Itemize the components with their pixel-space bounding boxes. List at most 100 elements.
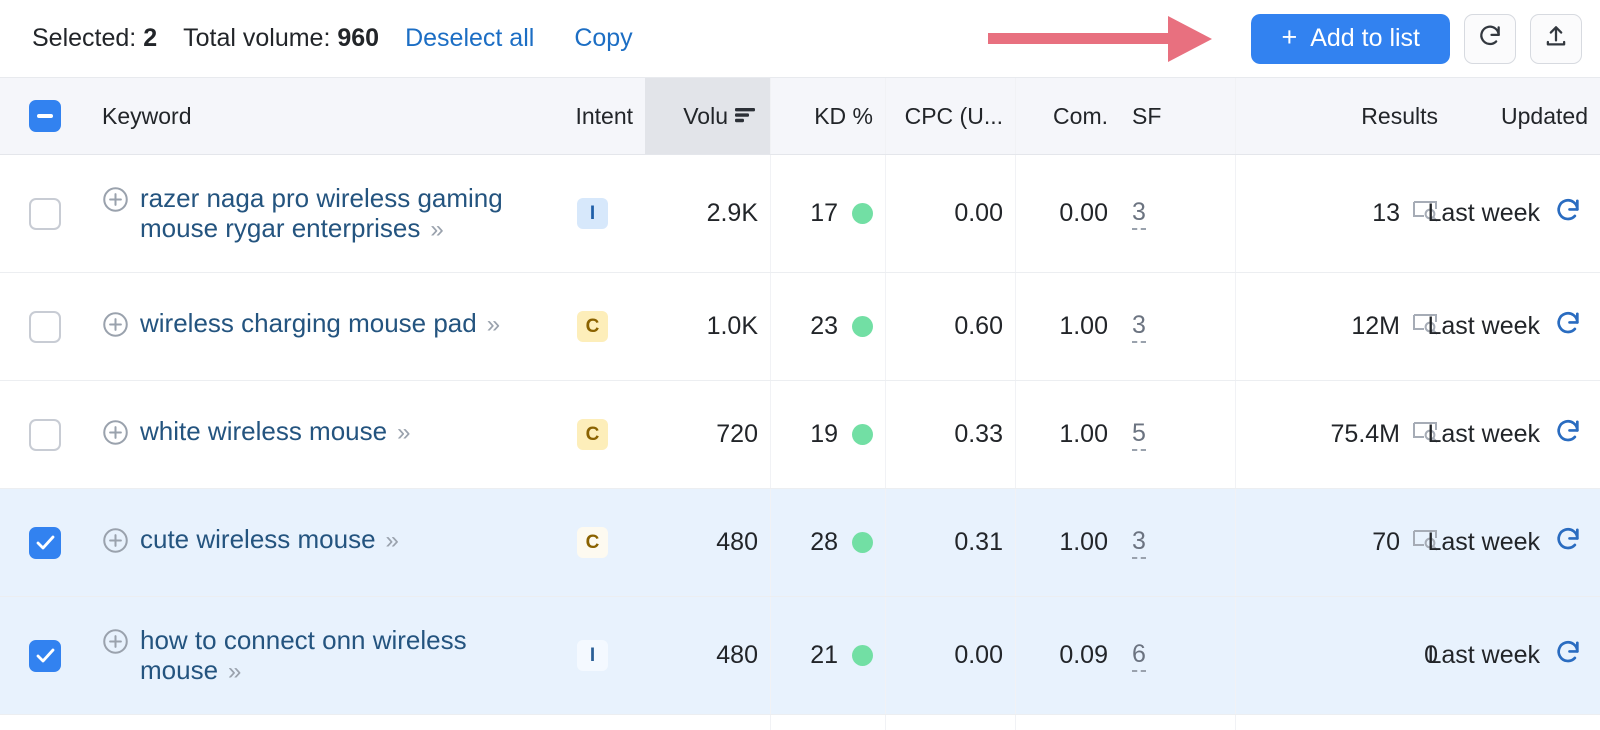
plus-icon: + — [1281, 24, 1297, 51]
updated-cell: Last week — [1450, 273, 1600, 380]
volume-cell: 1.0K — [645, 273, 770, 380]
row-checkbox[interactable] — [29, 419, 61, 451]
table-row[interactable]: razer naga pro wireless gaming mouse ryg… — [0, 155, 1600, 273]
results-value: 13 — [1372, 199, 1400, 228]
row-checkbox-cell — [0, 273, 90, 380]
table-row[interactable]: wireless keyboard and mouse walmart» NT … — [0, 715, 1600, 730]
header-keyword[interactable]: Keyword — [90, 78, 540, 154]
intent-badge-c[interactable]: C — [577, 311, 608, 342]
circle-plus-icon[interactable] — [102, 419, 129, 453]
updated-cell: Last week — [1450, 489, 1600, 596]
volume-cell: 2.9K — [645, 155, 770, 272]
results-cell: 12M — [1235, 273, 1450, 380]
annotation-arrow-head — [1168, 16, 1212, 62]
sf-value[interactable]: 5 — [1132, 419, 1146, 451]
results-value: 75.4M — [1331, 420, 1400, 449]
sf-value[interactable]: 6 — [1132, 640, 1146, 672]
row-refresh-icon[interactable] — [1554, 525, 1582, 560]
header-sf[interactable]: SF — [1120, 78, 1235, 154]
kd-value: 19 — [810, 420, 838, 449]
updated-cell: 2 weeks — [1450, 715, 1600, 730]
table-body: razer naga pro wireless gaming mouse ryg… — [0, 155, 1600, 730]
header-cpc[interactable]: CPC (U... — [885, 78, 1015, 154]
row-checkbox[interactable] — [29, 527, 61, 559]
row-checkbox-cell — [0, 381, 90, 488]
keyword-cell: wireless charging mouse pad» — [90, 273, 540, 380]
results-cell: 70 — [1235, 489, 1450, 596]
circle-plus-icon[interactable] — [102, 527, 129, 561]
kd-cell: 19 — [770, 381, 885, 488]
sf-cell: 3 — [1120, 155, 1235, 272]
kd-status-dot — [852, 203, 873, 224]
sf-value[interactable]: 3 — [1132, 527, 1146, 559]
cpc-cell: 0.00 — [885, 155, 1015, 272]
header-intent[interactable]: Intent — [540, 78, 645, 154]
header-volume[interactable]: Volu — [645, 78, 770, 154]
keyword-link[interactable]: white wireless mouse» — [140, 416, 407, 447]
keyword-link[interactable]: how to connect onn wireless mouse» — [140, 625, 528, 686]
sf-cell: 5 — [1120, 381, 1235, 488]
intent-badge-i[interactable]: I — [577, 640, 608, 671]
table-row[interactable]: wireless charging mouse pad» C 1.0K 23 0… — [0, 273, 1600, 381]
keyword-cell: wireless keyboard and mouse walmart» — [90, 715, 540, 730]
total-volume-value: 960 — [337, 24, 379, 52]
keyword-link[interactable]: razer naga pro wireless gaming mouse ryg… — [140, 183, 528, 244]
table-row[interactable]: white wireless mouse» C 720 19 0.33 1.00… — [0, 381, 1600, 489]
keyword-expand-chevron-icon[interactable]: » — [430, 216, 440, 244]
header-checkbox-cell — [0, 78, 90, 154]
keyword-cell: cute wireless mouse» — [90, 489, 540, 596]
row-refresh-icon[interactable] — [1554, 309, 1582, 344]
intent-badge-i[interactable]: I — [577, 198, 608, 229]
keyword-expand-chevron-icon[interactable]: » — [487, 311, 497, 339]
sf-cell: 6 — [1120, 597, 1235, 714]
keyword-expand-chevron-icon[interactable]: » — [386, 527, 396, 555]
selected-count-stat: Selected: 2 — [32, 24, 157, 53]
export-button[interactable] — [1530, 14, 1582, 64]
keyword-link[interactable]: wireless charging mouse pad» — [140, 308, 497, 339]
refresh-button[interactable] — [1464, 14, 1516, 64]
table-row[interactable]: how to connect onn wireless mouse» I 480… — [0, 597, 1600, 715]
table-row[interactable]: cute wireless mouse» C 480 28 0.31 1.00 … — [0, 489, 1600, 597]
bulk-action-toolbar: Selected: 2 Total volume: 960 Deselect a… — [0, 0, 1600, 78]
annotation-arrow-shaft — [988, 33, 1176, 44]
results-cell: 75.4M — [1235, 381, 1450, 488]
row-checkbox-cell — [0, 489, 90, 596]
kd-value: 23 — [810, 312, 838, 341]
cpc-cell: 0.33 — [885, 381, 1015, 488]
sf-value[interactable]: 3 — [1132, 198, 1146, 230]
keyword-expand-chevron-icon[interactable]: » — [397, 419, 407, 447]
com-cell: 0.09 — [1015, 597, 1120, 714]
intent-cell: I — [540, 597, 645, 714]
kd-cell: 17 — [770, 155, 885, 272]
select-all-checkbox[interactable] — [29, 100, 61, 132]
row-checkbox[interactable] — [29, 311, 61, 343]
header-updated[interactable]: Updated — [1450, 78, 1600, 154]
row-checkbox[interactable] — [29, 640, 61, 672]
header-kd[interactable]: KD % — [770, 78, 885, 154]
row-refresh-icon[interactable] — [1554, 196, 1582, 231]
intent-badge-c[interactable]: C — [577, 527, 608, 558]
deselect-all-link[interactable]: Deselect all — [405, 24, 534, 53]
intent-badge-c[interactable]: C — [577, 419, 608, 450]
keyword-expand-chevron-icon[interactable]: » — [228, 658, 238, 686]
copy-link[interactable]: Copy — [574, 24, 632, 53]
circle-plus-icon[interactable] — [102, 311, 129, 345]
header-results[interactable]: Results — [1235, 78, 1450, 154]
row-refresh-icon[interactable] — [1554, 638, 1582, 673]
intent-cell: C — [540, 273, 645, 380]
cpc-cell: 0.04 — [885, 715, 1015, 730]
row-refresh-icon[interactable] — [1554, 417, 1582, 452]
cpc-cell: 0.00 — [885, 597, 1015, 714]
header-com[interactable]: Com. — [1015, 78, 1120, 154]
kd-value: 17 — [810, 199, 838, 228]
add-to-list-button[interactable]: + Add to list — [1251, 14, 1450, 64]
kd-status-dot — [852, 316, 873, 337]
results-cell: 57 — [1235, 715, 1450, 730]
sf-value[interactable]: 3 — [1132, 311, 1146, 343]
row-checkbox-cell — [0, 597, 90, 714]
circle-plus-icon[interactable] — [102, 186, 129, 220]
circle-plus-icon[interactable] — [102, 628, 129, 662]
row-checkbox[interactable] — [29, 198, 61, 230]
keyword-link[interactable]: cute wireless mouse» — [140, 524, 396, 555]
com-cell: 1.00 — [1015, 489, 1120, 596]
